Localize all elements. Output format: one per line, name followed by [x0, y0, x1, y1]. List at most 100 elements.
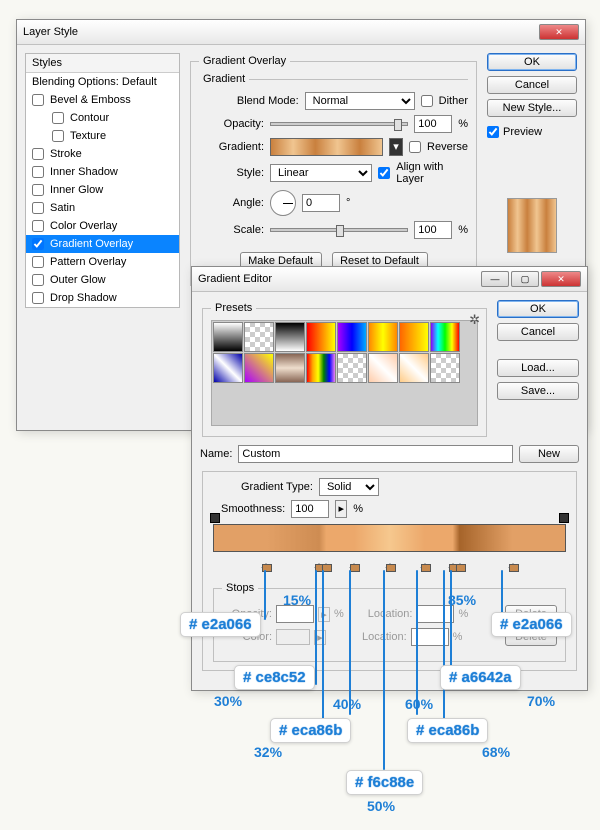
style-drop-shadow[interactable]: Drop Shadow	[26, 289, 179, 307]
style-pattern-overlay[interactable]: Pattern Overlay	[26, 253, 179, 271]
style-texture[interactable]: Texture	[26, 127, 179, 145]
ok-button[interactable]: OK	[487, 53, 577, 71]
gradient-stop[interactable]	[321, 558, 331, 570]
opacity-input[interactable]	[414, 115, 452, 133]
pct-30: 30%	[214, 693, 242, 709]
style-checkbox[interactable]	[32, 274, 44, 286]
preset-swatch[interactable]	[244, 353, 274, 383]
gradient-stop[interactable]	[349, 558, 359, 570]
gradient-picker[interactable]	[270, 138, 383, 156]
gradient-subgroup-label: Gradient	[199, 73, 249, 85]
close-icon[interactable]: ✕	[539, 24, 579, 40]
ge-cancel-button[interactable]: Cancel	[497, 323, 579, 341]
close-icon[interactable]: ✕	[541, 271, 581, 287]
callout-ce8c52: # ce8c52	[234, 665, 315, 690]
name-input[interactable]	[238, 445, 513, 463]
styles-header[interactable]: Styles	[26, 54, 179, 73]
callout-eca86b-l: # eca86b	[270, 718, 351, 743]
style-stroke[interactable]: Stroke	[26, 145, 179, 163]
smoothness-stepper-icon[interactable]: ▸	[335, 500, 347, 518]
style-checkbox[interactable]	[52, 112, 64, 124]
blend-mode-label: Blend Mode:	[234, 95, 299, 107]
blend-mode-select[interactable]: Normal	[305, 92, 415, 110]
gradient-stop[interactable]	[420, 558, 430, 570]
preset-swatch[interactable]	[306, 353, 336, 383]
style-gradient-overlay[interactable]: Gradient Overlay	[26, 235, 179, 253]
preset-swatch[interactable]	[275, 353, 305, 383]
preset-swatch[interactable]	[368, 353, 398, 383]
gradient-dropdown-icon[interactable]: ▾	[389, 138, 403, 156]
maximize-icon[interactable]: ▢	[511, 271, 539, 287]
cancel-button[interactable]: Cancel	[487, 76, 577, 94]
preset-swatch[interactable]	[399, 322, 429, 352]
preset-swatch[interactable]	[337, 353, 367, 383]
align-checkbox[interactable]	[378, 167, 390, 179]
preset-swatch[interactable]	[306, 322, 336, 352]
gradient-bar[interactable]	[213, 524, 566, 552]
scale-input[interactable]	[414, 221, 452, 239]
scale-slider[interactable]	[270, 228, 408, 232]
angle-dial[interactable]	[270, 190, 296, 216]
preset-swatch[interactable]	[399, 353, 429, 383]
smoothness-input[interactable]	[291, 500, 329, 518]
style-inner-shadow[interactable]: Inner Shadow	[26, 163, 179, 181]
style-checkbox[interactable]	[32, 148, 44, 160]
ge-ok-button[interactable]: OK	[497, 300, 579, 318]
preset-swatch[interactable]	[213, 322, 243, 352]
style-bevel-emboss[interactable]: Bevel & Emboss	[26, 91, 179, 109]
callout-line	[383, 570, 385, 770]
style-contour[interactable]: Contour	[26, 109, 179, 127]
style-satin[interactable]: Satin	[26, 199, 179, 217]
dither-checkbox[interactable]	[421, 95, 433, 107]
style-checkbox[interactable]	[32, 94, 44, 106]
gradient-label: Gradient:	[199, 141, 264, 153]
gradient-editor-titlebar[interactable]: Gradient Editor ― ▢ ✕	[192, 267, 587, 292]
callout-line	[349, 570, 351, 715]
preview-checkbox[interactable]	[487, 126, 499, 138]
style-checkbox[interactable]	[32, 202, 44, 214]
gradient-stop[interactable]	[261, 558, 271, 570]
new-style-button[interactable]: New Style...	[487, 99, 577, 117]
style-select[interactable]: Linear	[270, 164, 372, 182]
preset-swatch[interactable]	[244, 322, 274, 352]
style-inner-glow[interactable]: Inner Glow	[26, 181, 179, 199]
style-checkbox[interactable]	[32, 238, 44, 250]
preset-swatch[interactable]	[337, 322, 367, 352]
preset-swatch[interactable]	[430, 322, 460, 352]
gradient-type-label: Gradient Type:	[241, 481, 313, 493]
preview-swatch	[507, 198, 557, 253]
gradient-stop[interactable]	[508, 558, 518, 570]
preset-swatch[interactable]	[368, 322, 398, 352]
gradient-type-select[interactable]: Solid	[319, 478, 379, 496]
minimize-icon[interactable]: ―	[481, 271, 509, 287]
style-checkbox[interactable]	[32, 292, 44, 304]
new-button[interactable]: New	[519, 445, 579, 463]
opacity-label: Opacity:	[199, 118, 264, 130]
layer-style-titlebar[interactable]: Layer Style ✕	[17, 20, 585, 45]
preset-swatch[interactable]	[430, 353, 460, 383]
style-checkbox[interactable]	[32, 184, 44, 196]
opacity-slider[interactable]	[270, 122, 408, 126]
callout-line	[315, 570, 317, 685]
style-label: Style:	[199, 167, 264, 179]
blending-options-row[interactable]: Blending Options: Default	[26, 73, 179, 91]
style-color-overlay[interactable]: Color Overlay	[26, 217, 179, 235]
presets-grid[interactable]	[211, 320, 478, 426]
style-checkbox[interactable]	[32, 220, 44, 232]
save-button[interactable]: Save...	[497, 382, 579, 400]
style-checkbox[interactable]	[32, 256, 44, 268]
preset-swatch[interactable]	[213, 353, 243, 383]
style-checkbox[interactable]	[52, 130, 64, 142]
reverse-checkbox[interactable]	[409, 141, 421, 153]
angle-input[interactable]	[302, 194, 340, 212]
load-button[interactable]: Load...	[497, 359, 579, 377]
pct-70: 70%	[527, 693, 555, 709]
gradient-stop[interactable]	[385, 558, 395, 570]
pct-50: 50%	[367, 798, 395, 814]
gear-icon[interactable]: ✲	[469, 312, 480, 328]
style-checkbox[interactable]	[32, 166, 44, 178]
gradient-stop[interactable]	[455, 558, 465, 570]
preset-swatch[interactable]	[275, 322, 305, 352]
style-outer-glow[interactable]: Outer Glow	[26, 271, 179, 289]
callout-line	[443, 570, 445, 735]
